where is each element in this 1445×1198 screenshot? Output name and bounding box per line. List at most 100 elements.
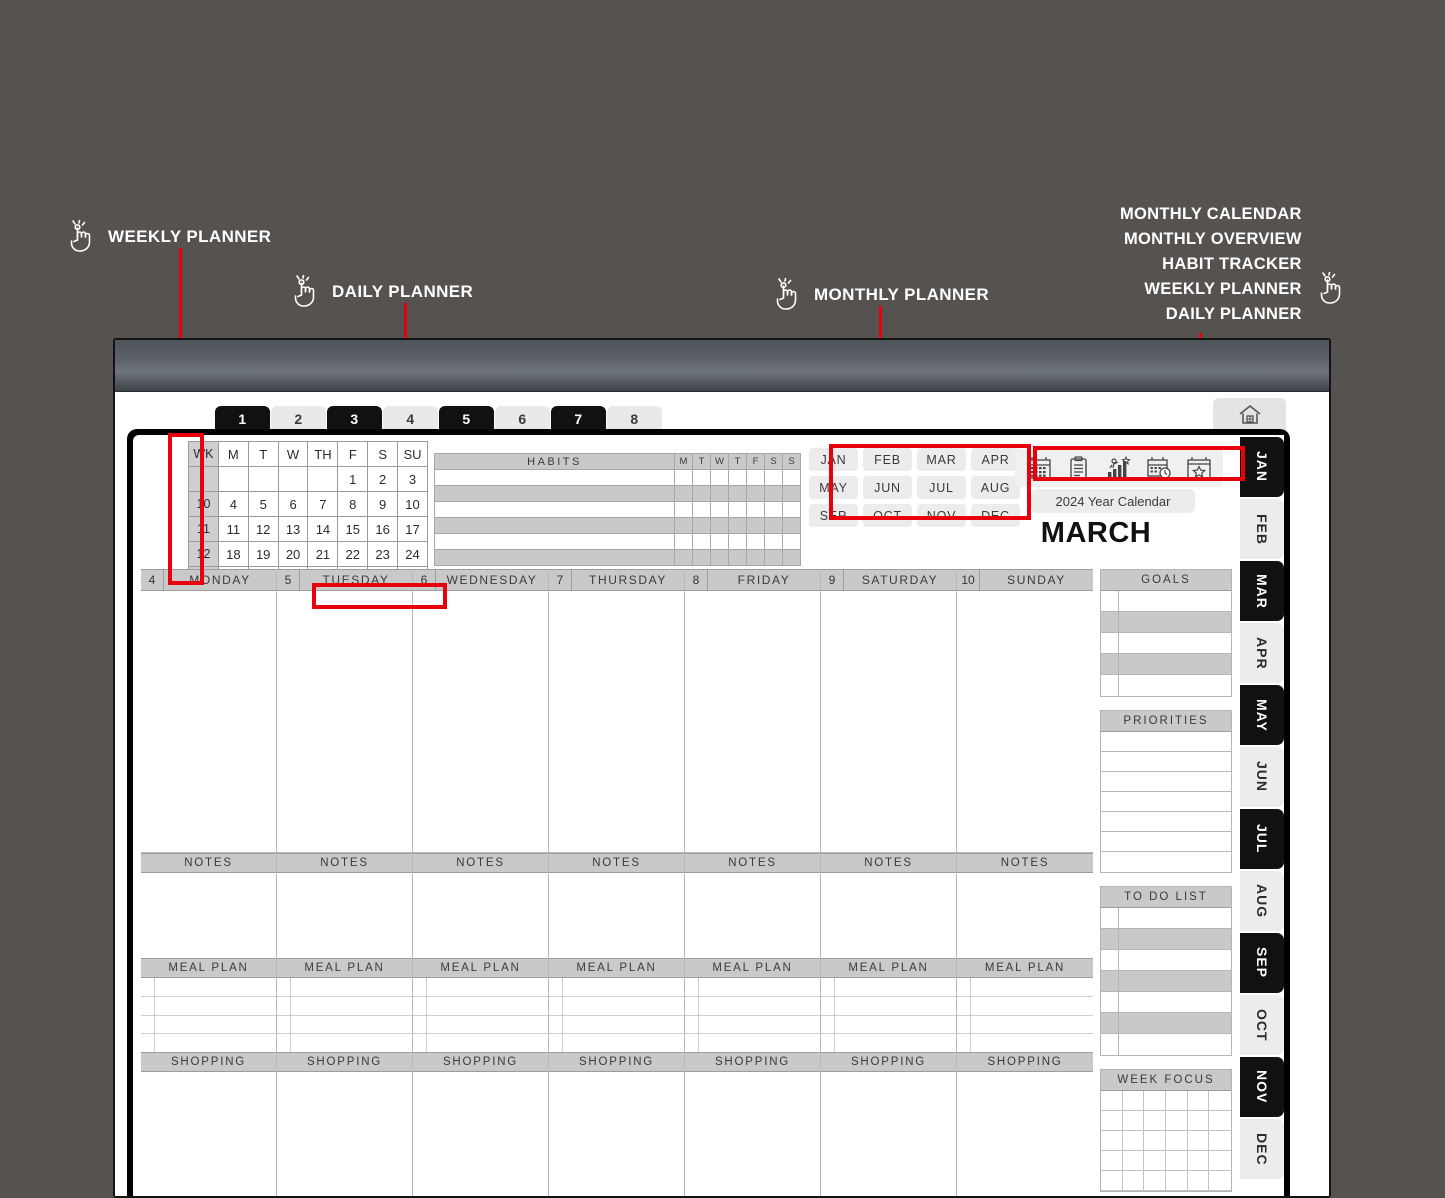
mini-cal-day[interactable]	[247, 466, 279, 492]
meal-row[interactable]	[141, 1015, 276, 1035]
meal-row[interactable]	[821, 996, 956, 1016]
habits-name-cell[interactable]	[434, 549, 675, 566]
day-schedule-area[interactable]	[141, 591, 276, 853]
focus-cell[interactable]	[1165, 1151, 1188, 1171]
todo-checkbox[interactable]	[1101, 929, 1119, 949]
meal-row[interactable]	[141, 978, 276, 997]
notes-area[interactable]	[141, 873, 276, 958]
mini-cal-day[interactable]: 21	[307, 541, 339, 567]
todo-checkbox[interactable]	[1101, 1013, 1119, 1033]
meal-tick[interactable]	[821, 1015, 835, 1034]
meal-row[interactable]	[685, 1015, 820, 1035]
goals-row[interactable]	[1101, 654, 1231, 675]
day-schedule-area[interactable]	[413, 591, 548, 853]
habits-check[interactable]	[692, 517, 711, 534]
month-tab-feb[interactable]: FEB	[1240, 499, 1284, 559]
habits-name-cell[interactable]	[434, 517, 675, 534]
habits-check[interactable]	[764, 549, 783, 566]
habits-row[interactable]	[434, 517, 801, 534]
meal-tick[interactable]	[549, 1034, 563, 1052]
meal-row[interactable]	[957, 978, 1093, 997]
habits-tracker-table[interactable]: HABITS M T W T F S S	[434, 453, 801, 566]
focus-cell[interactable]	[1165, 1111, 1188, 1131]
habits-check[interactable]	[746, 485, 765, 502]
meal-row[interactable]	[413, 1034, 548, 1052]
day-schedule-area[interactable]	[549, 591, 684, 853]
meal-plan-area[interactable]	[685, 978, 820, 1052]
meal-row[interactable]	[957, 1034, 1093, 1052]
shopping-area[interactable]	[549, 1072, 684, 1196]
mini-cal-day[interactable]: 5	[247, 491, 279, 517]
mini-cal-day[interactable]: 1	[337, 466, 369, 492]
meal-tick[interactable]	[413, 1034, 427, 1052]
habits-row[interactable]	[434, 501, 801, 518]
meal-row[interactable]	[413, 996, 548, 1016]
habits-check[interactable]	[728, 469, 747, 486]
habits-name-cell[interactable]	[434, 533, 675, 550]
meal-tick[interactable]	[549, 978, 563, 996]
habits-check[interactable]	[746, 469, 765, 486]
meal-tick[interactable]	[413, 996, 427, 1015]
meal-row[interactable]	[685, 978, 820, 997]
meal-tick[interactable]	[141, 1034, 155, 1052]
goals-checkbox[interactable]	[1101, 612, 1119, 632]
mini-cal-day[interactable]: 12	[247, 516, 279, 542]
mini-cal-day[interactable]: 13	[277, 516, 309, 542]
mini-cal-day[interactable]: 18	[217, 541, 249, 567]
habits-check[interactable]	[782, 485, 801, 502]
meal-row[interactable]	[277, 978, 412, 997]
meal-tick[interactable]	[957, 1034, 971, 1052]
todo-checkbox[interactable]	[1101, 992, 1119, 1012]
habits-check[interactable]	[710, 469, 729, 486]
meal-plan-area[interactable]	[957, 978, 1093, 1052]
month-tab-jul[interactable]: JUL	[1240, 809, 1284, 869]
notes-area[interactable]	[549, 873, 684, 958]
notes-area[interactable]	[685, 873, 820, 958]
mini-cal-day[interactable]: 8	[337, 491, 369, 517]
focus-cell[interactable]	[1101, 1171, 1123, 1191]
meal-tick[interactable]	[821, 996, 835, 1015]
habits-check[interactable]	[782, 469, 801, 486]
focus-cell[interactable]	[1187, 1171, 1210, 1191]
meal-row[interactable]	[413, 1015, 548, 1035]
habits-check[interactable]	[692, 549, 711, 566]
month-tab-aug[interactable]: AUG	[1240, 871, 1284, 931]
meal-row[interactable]	[685, 996, 820, 1016]
meal-tick[interactable]	[413, 978, 427, 996]
habits-check[interactable]	[674, 469, 693, 486]
habits-check[interactable]	[782, 501, 801, 518]
habits-check[interactable]	[728, 549, 747, 566]
meal-tick[interactable]	[141, 996, 155, 1015]
todo-row[interactable]	[1101, 1013, 1231, 1034]
focus-cell[interactable]	[1209, 1091, 1231, 1111]
priorities-row[interactable]	[1101, 732, 1231, 752]
day-header[interactable]: 4 MONDAY	[141, 569, 276, 591]
habits-check[interactable]	[764, 485, 783, 502]
habits-row[interactable]	[434, 469, 801, 486]
mini-cal-day[interactable]: 22	[337, 541, 369, 567]
mini-cal-day[interactable]: 15	[337, 516, 369, 542]
meal-row[interactable]	[957, 1015, 1093, 1035]
todo-row[interactable]	[1101, 908, 1231, 929]
focus-cell[interactable]	[1187, 1131, 1210, 1151]
habits-row[interactable]	[434, 533, 801, 550]
meal-tick[interactable]	[549, 996, 563, 1015]
meal-row[interactable]	[957, 996, 1093, 1016]
habits-check[interactable]	[710, 533, 729, 550]
meal-tick[interactable]	[685, 996, 699, 1015]
meal-tick[interactable]	[277, 978, 291, 996]
habits-check[interactable]	[692, 501, 711, 518]
year-calendar-button[interactable]: 2024 Year Calendar	[1031, 489, 1195, 513]
habits-check[interactable]	[692, 485, 711, 502]
focus-cell[interactable]	[1101, 1151, 1123, 1171]
habits-row[interactable]	[434, 485, 801, 502]
day-schedule-area[interactable]	[277, 591, 412, 853]
focus-cell[interactable]	[1165, 1171, 1188, 1191]
habits-name-cell[interactable]	[434, 469, 675, 486]
habits-check[interactable]	[728, 485, 747, 502]
habits-row[interactable]	[434, 549, 801, 566]
mini-cal-day[interactable]: 11	[217, 516, 249, 542]
month-tab-dec[interactable]: DEC	[1240, 1119, 1284, 1179]
number-tab-strip[interactable]: 1 2 3 4 5 6 7 8	[215, 404, 663, 432]
habits-check[interactable]	[710, 549, 729, 566]
